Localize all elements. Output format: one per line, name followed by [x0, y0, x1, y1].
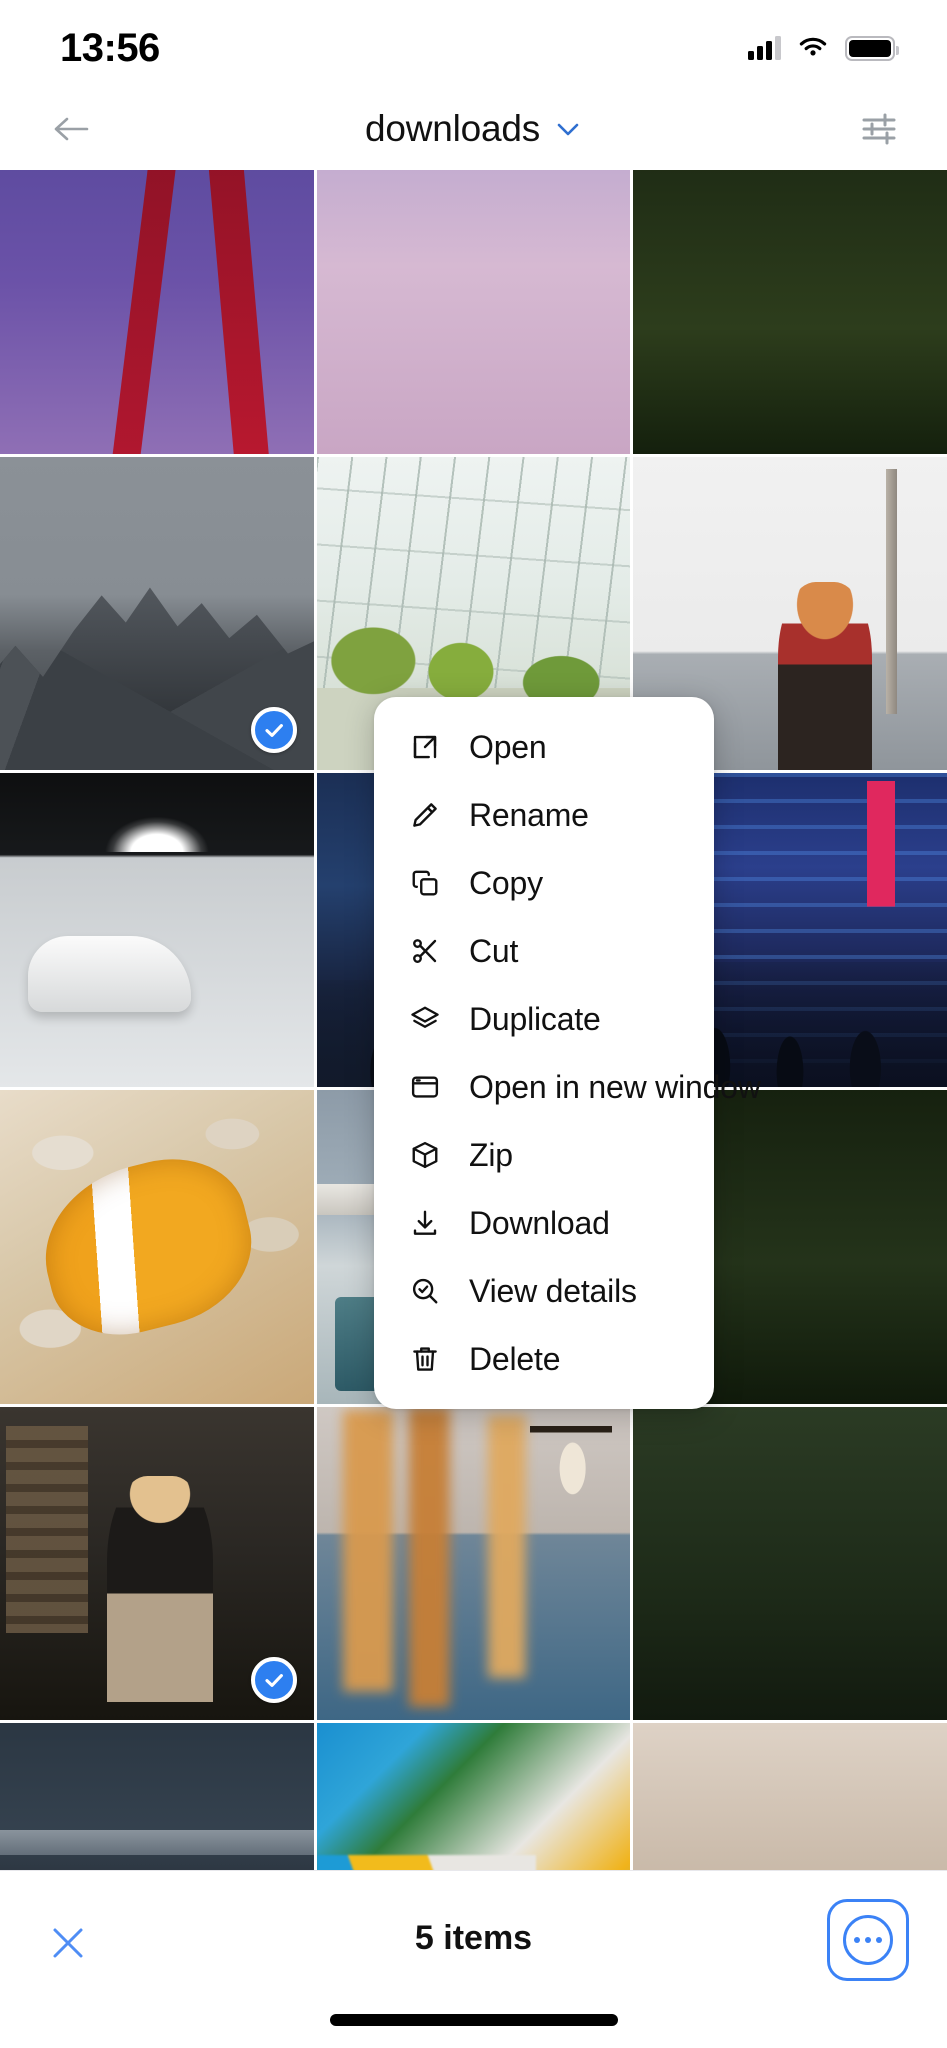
sliders-icon	[862, 113, 896, 145]
context-menu-item-label: View details	[469, 1272, 637, 1309]
photo-cell[interactable]	[316, 1406, 631, 1721]
phone-screen: 13:56 downloads Open Rename Copy Cut Dup…	[0, 0, 947, 2048]
nav-bar: downloads	[0, 88, 947, 170]
trash-icon	[408, 1342, 442, 1376]
photo-cell[interactable]	[316, 170, 631, 454]
context-menu-item-label: Download	[469, 1204, 610, 1241]
context-menu-item-open[interactable]: Open	[374, 713, 714, 781]
status-bar-time: 13:56	[60, 25, 160, 70]
battery-full-icon	[845, 35, 899, 61]
status-bar-indicators	[748, 35, 899, 61]
photo-thumbnail	[633, 1723, 947, 1870]
context-menu-item-delete[interactable]: Delete	[374, 1325, 714, 1393]
photo-cell[interactable]	[0, 456, 314, 771]
photo-thumbnail	[0, 1090, 314, 1404]
folder-title-dropdown[interactable]: downloads	[0, 108, 947, 150]
context-menu-item-rename[interactable]: Rename	[374, 781, 714, 849]
context-menu[interactable]: Open Rename Copy Cut Duplicate Open in new wi…	[374, 697, 761, 1409]
download-icon	[408, 1206, 442, 1240]
scissors-icon	[408, 934, 442, 968]
context-menu-item-label: Zip	[469, 1136, 513, 1173]
context-menu-item-cut[interactable]: Cut	[374, 917, 714, 985]
context-menu-item-label: Duplicate	[469, 1000, 601, 1037]
context-menu-item-label: Open	[469, 728, 547, 765]
context-menu-item-label: Rename	[469, 796, 589, 833]
context-menu-item-open-in-new-window[interactable]: Open in new window	[374, 1053, 761, 1121]
check-icon	[265, 724, 283, 738]
selected-check-badge[interactable]	[250, 707, 297, 754]
layers-icon	[408, 1002, 442, 1036]
box-icon	[408, 1138, 442, 1172]
photo-cell[interactable]	[316, 1723, 631, 1870]
photo-thumbnail	[633, 1406, 947, 1721]
photo-cell[interactable]	[0, 1090, 314, 1404]
chevron-down-icon	[554, 119, 582, 139]
context-menu-item-label: Cut	[469, 932, 519, 969]
photo-cell[interactable]	[0, 773, 314, 1087]
photo-thumbnail	[316, 1723, 631, 1870]
photo-cell[interactable]	[0, 1406, 314, 1721]
photo-cell[interactable]	[0, 170, 314, 454]
photo-thumbnail	[316, 170, 631, 454]
selection-count-label: 5 items	[414, 1919, 533, 1957]
photo-thumbnail	[0, 773, 314, 1087]
selected-check-badge[interactable]	[250, 1657, 297, 1704]
photo-cell[interactable]	[633, 1723, 947, 1870]
status-bar: 13:56	[0, 0, 947, 88]
context-menu-item-label: Copy	[469, 864, 543, 901]
photo-thumbnail	[633, 170, 947, 454]
ellipsis-circle-icon	[843, 1915, 893, 1965]
page-title: downloads	[364, 108, 541, 149]
filter-button[interactable]	[849, 99, 909, 159]
photo-thumbnail	[0, 1723, 314, 1870]
photo-thumbnail	[316, 1406, 631, 1721]
home-indicator	[329, 2014, 618, 2026]
search-check-icon	[408, 1274, 442, 1308]
copy-icon	[408, 866, 442, 900]
photo-cell[interactable]	[633, 1406, 947, 1721]
context-menu-item-label: Open in new window	[469, 1068, 761, 1105]
pencil-icon	[408, 798, 442, 832]
external-link-icon	[408, 730, 442, 764]
photo-cell[interactable]	[0, 1723, 314, 1870]
context-menu-item-label: Delete	[469, 1340, 561, 1377]
photo-cell[interactable]	[633, 170, 947, 454]
context-menu-item-copy[interactable]: Copy	[374, 849, 714, 917]
window-icon	[408, 1070, 442, 1104]
context-menu-item-view-details[interactable]: View details	[374, 1257, 714, 1325]
more-actions-button[interactable]	[827, 1899, 909, 1981]
photo-thumbnail	[0, 170, 314, 454]
bottom-selection-bar: 5 items	[0, 1870, 947, 2048]
context-menu-item-download[interactable]: Download	[374, 1189, 714, 1257]
check-icon	[265, 1674, 283, 1688]
context-menu-item-zip[interactable]: Zip	[374, 1121, 714, 1189]
wifi-icon	[799, 37, 827, 56]
context-menu-item-duplicate[interactable]: Duplicate	[374, 985, 714, 1053]
cellular-signal-icon	[748, 36, 781, 60]
